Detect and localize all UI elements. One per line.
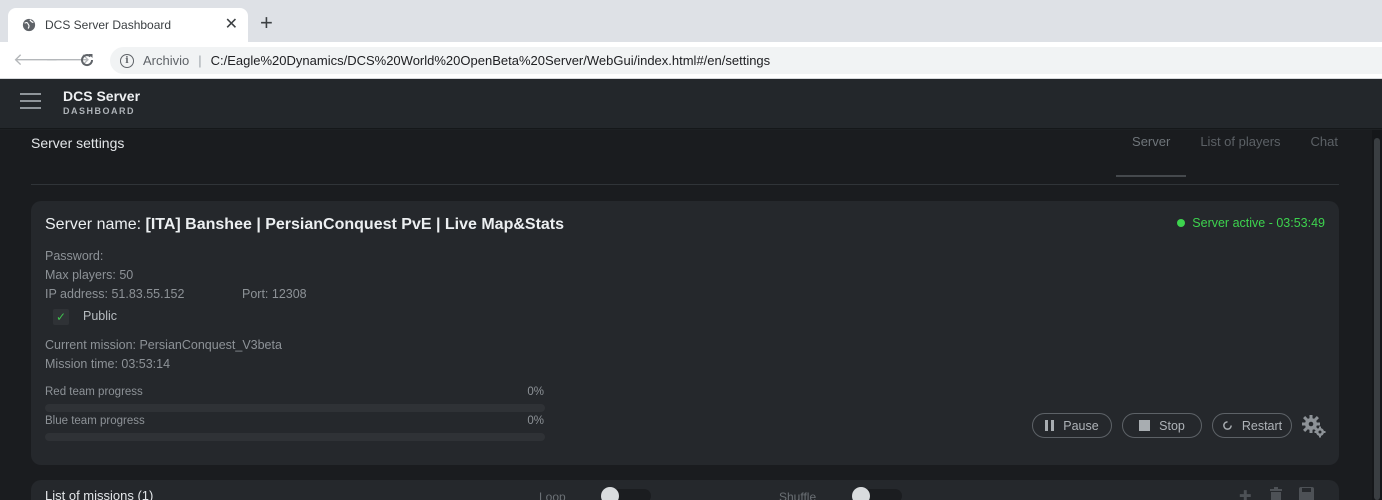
address-bar[interactable]: i Archivio | C:/Eagle%20Dynamics/DCS%20W… xyxy=(110,47,1382,74)
save-icon[interactable] xyxy=(1299,487,1314,500)
globe-icon xyxy=(22,18,36,32)
delete-icon[interactable] xyxy=(1269,487,1283,500)
blue-progress-percent: 0% xyxy=(527,415,544,427)
pause-icon xyxy=(1045,420,1055,431)
main-content: Server settings Server List of players C… xyxy=(0,130,1382,500)
back-arrow-icon[interactable]: 🡐 xyxy=(13,50,59,70)
tab-chat[interactable]: Chat xyxy=(1311,134,1338,177)
page-title: Server settings xyxy=(31,135,125,151)
mission-time: Mission time: 03:53:14 xyxy=(45,357,171,371)
port: Port: 12308 xyxy=(242,287,307,301)
missions-title: List of missions (1) xyxy=(45,488,154,500)
brand-subtitle: DASHBOARD xyxy=(63,106,135,116)
status-dot-icon xyxy=(1177,219,1186,227)
red-progress-label: Red team progress xyxy=(45,386,143,398)
settings-tabs: Server List of players Chat xyxy=(1116,134,1338,177)
public-checkbox[interactable]: ✓ xyxy=(53,309,69,325)
shuffle-label: Shuffle xyxy=(779,490,817,500)
ip-address: IP address: 51.83.55.152 xyxy=(45,287,185,301)
add-mission-icon[interactable]: ✚ xyxy=(1239,487,1252,500)
max-players: Max players: 50 xyxy=(45,268,134,282)
loop-toggle[interactable] xyxy=(601,487,651,500)
close-tab-icon[interactable]: ✕ xyxy=(225,17,238,33)
menu-icon[interactable] xyxy=(20,93,41,109)
blue-progress-label: Blue team progress xyxy=(45,415,145,427)
red-progress-percent: 0% xyxy=(527,386,544,398)
reload-icon[interactable] xyxy=(77,50,97,70)
pause-button-label: Pause xyxy=(1063,418,1099,433)
app-header: DCS Server DASHBOARD xyxy=(0,79,1382,129)
origin-label: Archivio xyxy=(143,53,190,68)
loop-label: Loop xyxy=(539,490,566,500)
pause-button[interactable]: Pause xyxy=(1032,413,1112,438)
server-name: Server name: [ITA] Banshee | PersianConq… xyxy=(45,216,564,234)
public-label: Public xyxy=(83,309,118,323)
server-card: Server name: [ITA] Banshee | PersianConq… xyxy=(31,201,1339,465)
tab-title: DCS Server Dashboard xyxy=(45,18,172,32)
current-mission: Current mission: PersianConquest_V3beta xyxy=(45,338,282,352)
server-status: Server active - 03:53:49 xyxy=(1177,216,1325,230)
browser-tab[interactable]: DCS Server Dashboard ✕ xyxy=(8,8,248,42)
browser-tab-strip: DCS Server Dashboard ✕ + xyxy=(0,0,1382,42)
missions-card: List of missions (1) Loop Shuffle ✚ xyxy=(31,480,1339,500)
stop-button-label: Stop xyxy=(1159,418,1185,433)
shuffle-toggle[interactable] xyxy=(852,487,902,500)
server-status-text: Server active - 03:53:49 xyxy=(1192,216,1325,230)
server-name-label: Server name: xyxy=(45,216,146,233)
password-label: Password: xyxy=(45,249,104,263)
stop-icon xyxy=(1139,420,1151,431)
tab-list-of-players[interactable]: List of players xyxy=(1200,134,1280,177)
browser-toolbar: 🡐 🡒 i Archivio | C:/Eagle%20Dynamics/DCS… xyxy=(0,42,1382,79)
new-tab-button[interactable]: + xyxy=(260,12,273,34)
gear-icon[interactable] xyxy=(1301,413,1327,439)
red-progress-bar xyxy=(45,404,545,412)
server-name-value: [ITA] Banshee | PersianConquest PvE | Li… xyxy=(145,216,565,233)
url-separator: | xyxy=(198,53,202,68)
forward-arrow-icon[interactable]: 🡒 xyxy=(45,50,91,70)
restart-button[interactable]: Restart xyxy=(1212,413,1292,438)
restart-button-label: Restart xyxy=(1241,418,1283,433)
brand-title: DCS Server xyxy=(63,88,141,104)
divider xyxy=(31,184,1339,185)
restart-icon xyxy=(1222,420,1233,431)
page-scrollbar[interactable] xyxy=(1372,130,1382,500)
url-text[interactable]: C:/Eagle%20Dynamics/DCS%20World%20OpenBe… xyxy=(211,53,771,68)
blue-progress-bar xyxy=(45,433,545,441)
info-icon[interactable]: i xyxy=(120,53,134,68)
tab-server[interactable]: Server xyxy=(1116,134,1187,177)
stop-button[interactable]: Stop xyxy=(1122,413,1202,438)
